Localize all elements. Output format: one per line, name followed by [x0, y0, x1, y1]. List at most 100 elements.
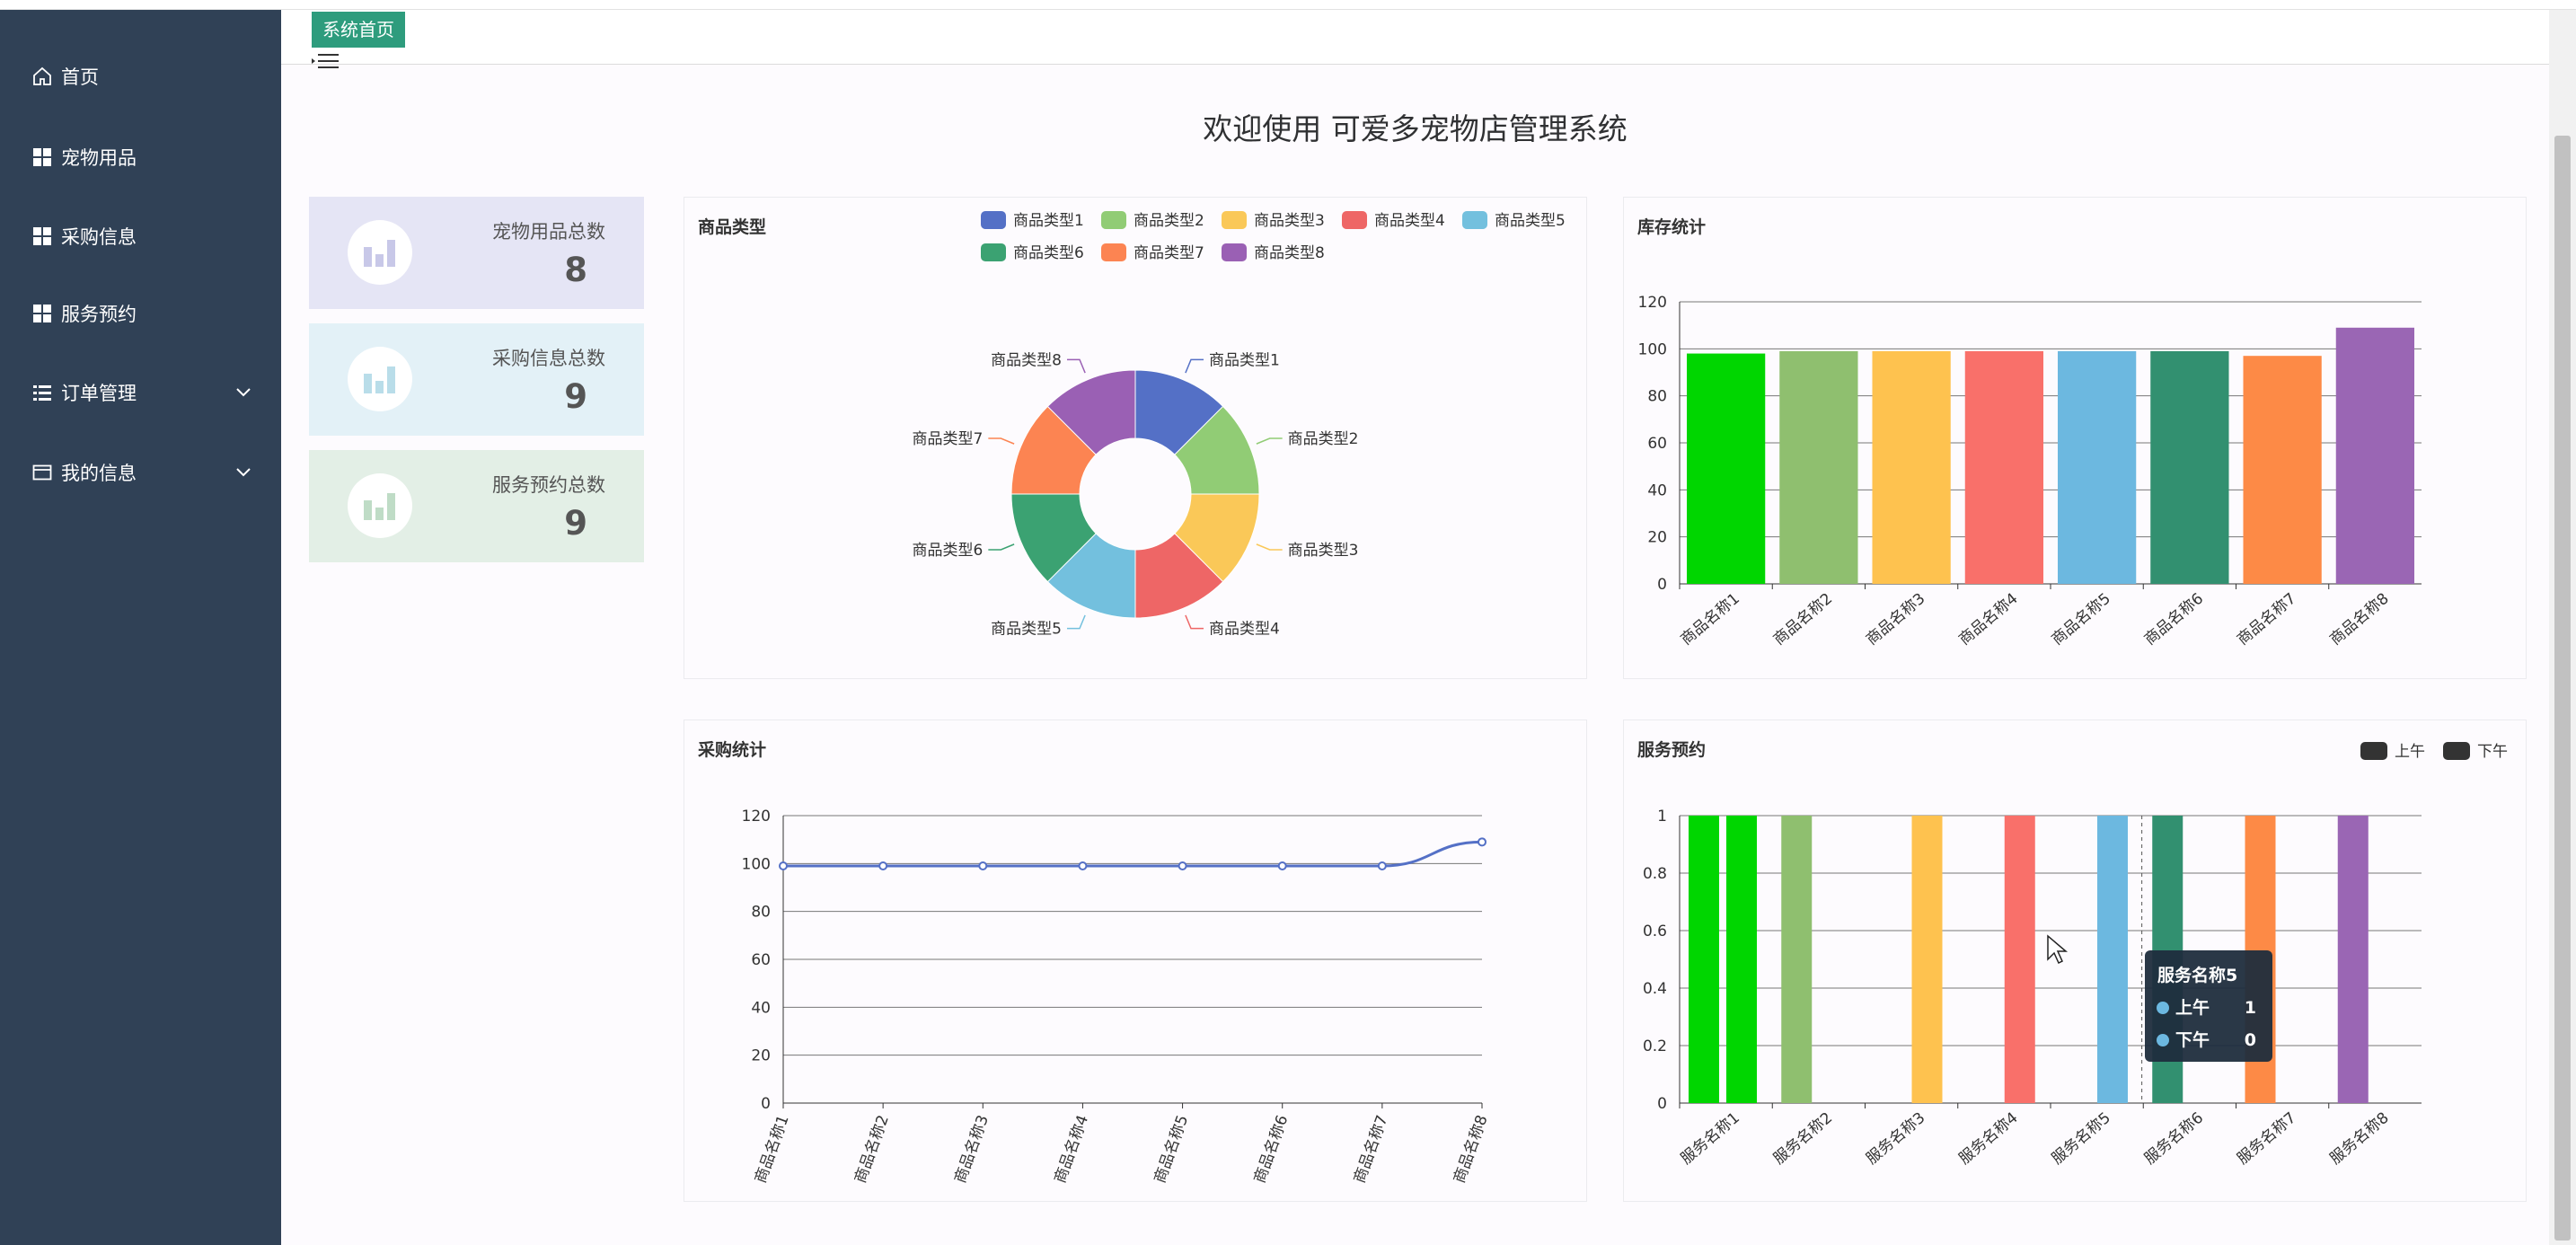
scrollbar-thumb[interactable] [2554, 136, 2571, 1241]
pie-label: 商品类型4 [1209, 621, 1280, 639]
home-icon [31, 65, 54, 88]
tab-bar: 系统首页 [281, 10, 2549, 65]
y-tick-label: 60 [751, 951, 771, 969]
legend-swatch [1462, 211, 1487, 229]
x-tick-label: 商品名称3 [951, 1113, 992, 1186]
legend-swatch [981, 243, 1006, 261]
legend-label: 商品类型5 [1495, 212, 1566, 230]
grid-icon [31, 225, 54, 248]
y-tick-label: 0 [761, 1095, 771, 1113]
y-tick-label: 0 [1657, 1095, 1667, 1113]
sidebar-item-home[interactable]: 首页 [0, 49, 281, 103]
x-tick-label: 商品名称4 [1051, 1113, 1092, 1186]
legend-swatch [1342, 211, 1367, 229]
data-point [1377, 861, 1387, 870]
legend-label: 商品类型2 [1134, 212, 1204, 230]
page-title: 欢迎使用 可爱多宠物店管理系统 [1203, 111, 1628, 146]
stat-label: 服务预约总数 [492, 474, 605, 496]
data-point [1478, 837, 1486, 847]
chevron-down-icon[interactable] [233, 461, 254, 482]
y-tick-label: 0.6 [1643, 923, 1667, 940]
y-tick-label: 0 [1657, 576, 1667, 594]
sidebar-item-label: 订单管理 [61, 383, 137, 404]
bar [1872, 350, 1951, 584]
sidebar-item-purchase[interactable]: 采购信息 [0, 209, 281, 263]
legend-label: 商品类型1 [1013, 212, 1084, 230]
pie-label-line [1067, 358, 1086, 374]
sidebar-item-pet-supplies[interactable]: 宠物用品 [0, 130, 281, 184]
sidebar-item-label: 我的信息 [61, 463, 137, 484]
pie-label: 商品类型2 [1288, 430, 1359, 448]
y-tick-label: 40 [751, 999, 771, 1017]
y-tick-label: 120 [742, 808, 771, 826]
data-point [1178, 861, 1187, 870]
pie-label-line [988, 437, 1015, 445]
legend-swatch [2443, 742, 2470, 760]
x-tick-label: 服务名称1 [1678, 1109, 1743, 1169]
sidebar-item-my-info[interactable]: 我的信息 [0, 446, 281, 499]
x-tick-label: 商品名称3 [1863, 590, 1928, 649]
data-point [779, 861, 788, 870]
sidebar-item-orders[interactable]: 订单管理 [0, 366, 281, 419]
bar [1781, 816, 1813, 1103]
page-scrollbar[interactable] [2549, 10, 2576, 1245]
chevron-down-icon[interactable] [233, 381, 254, 402]
x-tick-label: 商品名称4 [1955, 590, 2021, 649]
y-tick-label: 60 [1647, 435, 1667, 453]
stat-value: 9 [564, 504, 587, 543]
pie-label: 商品类型8 [991, 351, 1062, 369]
legend-label: 商品类型7 [1134, 244, 1204, 262]
tooltip-marker [2157, 1034, 2169, 1046]
service-bar-chart: 上午 下午00.20.40.60.81服务名称1 服务名称2 服务名称3 服务名称4 服务… [1643, 742, 2508, 1169]
pie-label: 商品类型6 [913, 542, 984, 560]
y-tick-label: 0.4 [1643, 980, 1667, 998]
legend-swatch [1222, 243, 1247, 261]
x-tick-label: 商品名称7 [2234, 590, 2299, 649]
bar [2243, 356, 2322, 584]
legend-label: 商品类型8 [1254, 244, 1325, 262]
stat-value: 8 [564, 251, 587, 289]
data-point [978, 861, 988, 870]
legend-label: 商品类型6 [1013, 244, 1084, 262]
pie-label-line [988, 543, 1015, 551]
sidebar-item-service-booking[interactable]: 服务预约 [0, 287, 281, 340]
bar [2097, 816, 2128, 1103]
tooltip-value: 1 [2245, 998, 2256, 1018]
pie-label-line [1185, 614, 1204, 630]
x-tick-label: 商品名称6 [2141, 590, 2207, 649]
bar [2337, 816, 2369, 1103]
bar [1726, 816, 1757, 1103]
legend-label: 商品类型4 [1374, 212, 1445, 230]
pie-label: 商品类型7 [913, 430, 984, 448]
y-tick-label: 100 [742, 855, 771, 873]
pie-label: 商品类型5 [991, 621, 1062, 639]
pie-label-line [1185, 358, 1204, 374]
stat-card-pet-supplies: 宠物用品总数 8 [309, 197, 644, 309]
top-border [0, 0, 2576, 10]
y-tick-label: 1 [1657, 808, 1667, 826]
x-tick-label: 商品名称5 [1151, 1113, 1193, 1186]
tab-home[interactable]: 系统首页 [312, 12, 405, 48]
sidebar-item-label: 首页 [61, 66, 99, 88]
grid-icon [31, 146, 54, 169]
sidebar: 首页 宠物用品 采购信息 服务预约 订单管理 我的信息 [0, 10, 281, 1245]
tooltip-series-name: 下午 [2175, 1029, 2210, 1050]
bar [2335, 327, 2414, 584]
main-content: 系统首页 欢迎使用 可爱多宠物店管理系统 宠物用品总数 8 采购信息总数 9 服… [281, 10, 2549, 1245]
data-point [1277, 861, 1287, 870]
menu-toggle-icon[interactable] [310, 51, 340, 75]
sidebar-item-label: 服务预约 [61, 304, 137, 325]
y-tick-label: 80 [751, 904, 771, 922]
x-tick-label: 商品名称5 [2049, 590, 2114, 649]
stat-card-purchase: 采购信息总数 9 [309, 323, 644, 436]
bar [2004, 816, 2035, 1103]
y-tick-label: 20 [751, 1047, 771, 1065]
tooltip-title: 服务名称5 [2157, 965, 2237, 985]
stat-label: 采购信息总数 [492, 348, 605, 369]
list-icon [31, 381, 54, 404]
pie-label-line [1256, 437, 1283, 445]
x-tick-label: 服务名称5 [2049, 1109, 2114, 1169]
bar [2150, 350, 2229, 584]
y-tick-label: 80 [1647, 388, 1667, 406]
purchase-line-chart: 0 20 40 60 80 100 120 商品名称1 商品名称2 商品名称3 商品名称4 商品名称5… [742, 808, 1492, 1186]
